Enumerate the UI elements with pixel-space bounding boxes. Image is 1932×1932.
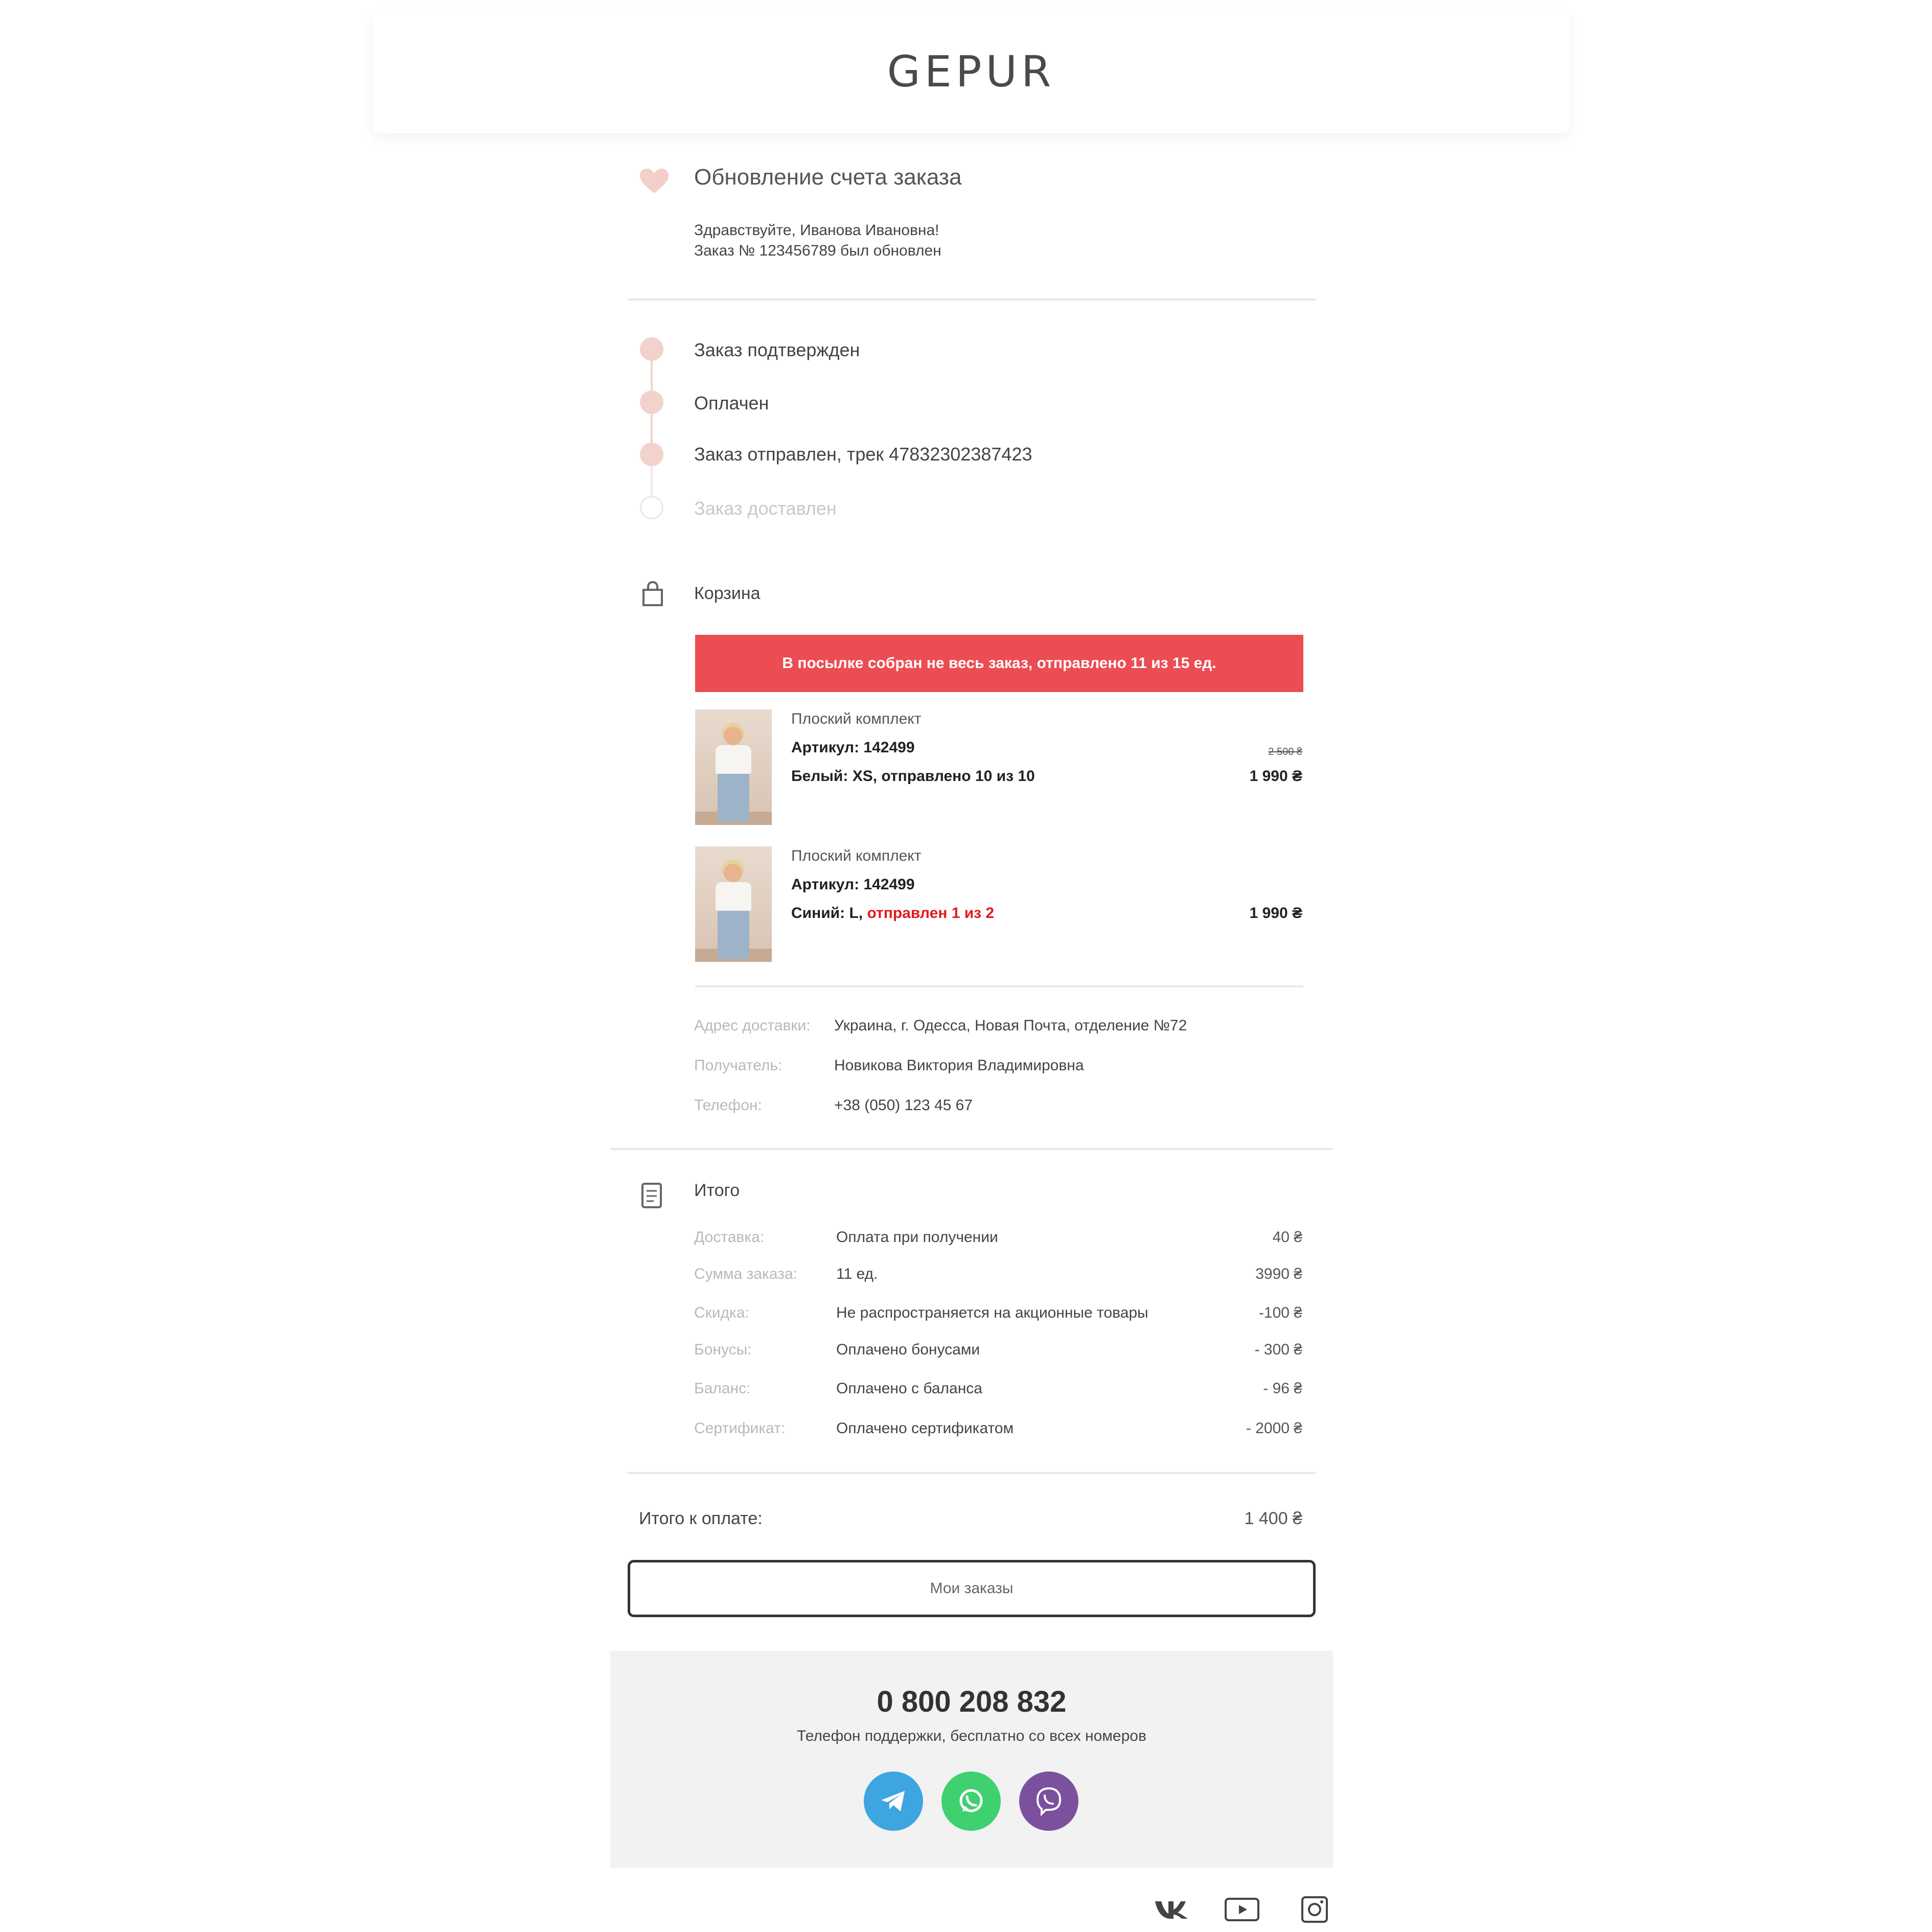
- summary-amount: - 300 ₴: [1254, 1341, 1302, 1358]
- summary-label: Сумма заказа:: [694, 1266, 797, 1282]
- summary-value: Оплата при получении: [836, 1229, 998, 1246]
- my-orders-button[interactable]: Мои заказы: [628, 1560, 1316, 1617]
- summary-value: Оплачено с баланса: [836, 1380, 982, 1397]
- summary-amount: 3990 ₴: [1255, 1266, 1302, 1282]
- summary-amount: -100 ₴: [1258, 1304, 1302, 1321]
- heart-icon: [639, 167, 670, 195]
- summary-value: Оплачено сертификатом: [836, 1420, 1014, 1437]
- summary-label: Сертификат:: [694, 1420, 786, 1437]
- delivery-label: Адрес доставки:: [694, 1017, 811, 1034]
- timeline-step: Оплачен: [694, 393, 769, 413]
- divider: [628, 1472, 1316, 1474]
- product-article: Артикул: 142499: [791, 739, 915, 756]
- divider: [628, 298, 1316, 301]
- timeline-step: Заказ доставлен: [694, 498, 837, 519]
- product-detail-highlight: отправлен 1 из 2: [867, 905, 995, 922]
- summary-value: Не распространяется на акционные товары: [836, 1304, 1148, 1321]
- delivery-label: Телефон:: [694, 1097, 762, 1114]
- summary-title: Итого: [694, 1181, 740, 1200]
- timeline-dot-done: [640, 337, 663, 361]
- summary-label: Доставка:: [694, 1229, 765, 1246]
- total-label: Итого к оплате:: [639, 1509, 763, 1528]
- divider: [695, 985, 1303, 987]
- product-image[interactable]: [695, 709, 772, 825]
- shopping-bag-icon: [639, 580, 666, 608]
- timeline-step: Заказ отправлен, трек 47832302387423: [694, 444, 1032, 465]
- vk-icon[interactable]: [1152, 1894, 1193, 1925]
- summary-label: Скидка:: [694, 1304, 749, 1321]
- partial-shipment-banner: В посылке собран не весь заказ, отправле…: [695, 635, 1303, 692]
- divider: [610, 1148, 1333, 1150]
- total-value: 1 400 ₴: [1244, 1509, 1302, 1528]
- product-name[interactable]: Плоский комплект: [791, 710, 921, 728]
- greeting-text: Здравствуйте, Иванова Ивановна!: [694, 222, 939, 239]
- delivery-label: Получатель:: [694, 1057, 783, 1074]
- support-note: Телефон поддержки, бесплатно со всех ном…: [797, 1728, 1146, 1744]
- page-title: Обновление счета заказа: [694, 165, 962, 190]
- instagram-icon[interactable]: [1294, 1894, 1335, 1925]
- product-article: Артикул: 142499: [791, 876, 915, 893]
- summary-label: Бонусы:: [694, 1341, 752, 1358]
- update-message: Заказ № 123456789 был обновлен: [694, 242, 941, 259]
- timeline-dot-pending: [640, 496, 663, 519]
- brand-logo[interactable]: GEPUR: [887, 47, 1055, 97]
- telegram-icon[interactable]: [864, 1772, 923, 1831]
- product-detail: Белый: XS, отправлено 10 из 10: [791, 768, 1035, 785]
- viber-icon[interactable]: [1019, 1772, 1078, 1831]
- product-name[interactable]: Плоский комплект: [791, 847, 921, 865]
- delivery-value: Новикова Виктория Владимировна: [834, 1057, 1084, 1074]
- summary-amount: - 2000 ₴: [1246, 1420, 1302, 1437]
- product-detail-text: Синий: L,: [791, 905, 863, 922]
- product-price: 1 990 ₴: [1249, 768, 1302, 785]
- email-header: GEPUR: [373, 10, 1569, 133]
- summary-value: Оплачено бонусами: [836, 1341, 980, 1358]
- product-image[interactable]: [695, 846, 772, 962]
- delivery-value: Украина, г. Одесса, Новая Почта, отделен…: [834, 1017, 1187, 1034]
- summary-label: Баланс:: [694, 1380, 751, 1397]
- delivery-value: +38 (050) 123 45 67: [834, 1097, 973, 1114]
- product-price: 1 990 ₴: [1249, 905, 1302, 922]
- support-phone[interactable]: 0 800 208 832: [610, 1685, 1333, 1719]
- whatsapp-icon[interactable]: [941, 1772, 1001, 1831]
- summary-amount: 40 ₴: [1272, 1229, 1302, 1246]
- youtube-icon[interactable]: [1222, 1894, 1262, 1925]
- product-detail: Синий: L, отправлен 1 из 2: [791, 905, 994, 922]
- summary-amount: - 96 ₴: [1263, 1380, 1302, 1397]
- timeline-dot-done: [640, 390, 663, 414]
- receipt-icon: [639, 1181, 665, 1210]
- support-block: 0 800 208 832 Телефон поддержки, бесплат…: [610, 1651, 1333, 1868]
- cart-title: Корзина: [694, 584, 761, 603]
- summary-value: 11 ед.: [836, 1266, 878, 1282]
- timeline-dot-done: [640, 443, 663, 466]
- timeline-step: Заказ подтвержден: [694, 339, 860, 360]
- product-old-price: 2 500 ₴: [1268, 746, 1302, 757]
